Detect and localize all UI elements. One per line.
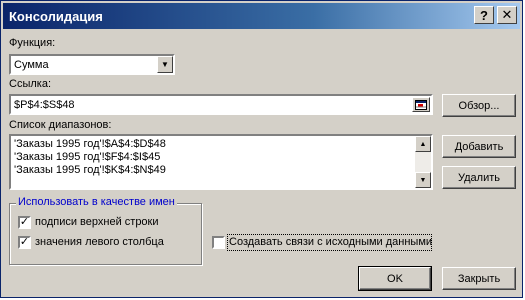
ranges-list[interactable]: 'Заказы 1995 год'!$A$4:$D$48 'Заказы 199… bbox=[9, 134, 433, 190]
dialog-title: Консолидация bbox=[9, 8, 103, 24]
create-links-checkbox[interactable] bbox=[212, 236, 225, 249]
reference-value: $P$4:$S$48 bbox=[14, 99, 75, 111]
function-value: Сумма bbox=[14, 59, 49, 71]
list-item[interactable]: 'Заказы 1995 год'!$A$4:$D$48 bbox=[14, 138, 166, 150]
close-icon: ✕ bbox=[501, 7, 513, 22]
close-button-label: Закрыть bbox=[457, 272, 501, 285]
chevron-down-icon: ▼ bbox=[161, 60, 169, 69]
browse-button-label: Обзор... bbox=[458, 99, 500, 112]
chevron-down-icon: ▼ bbox=[419, 176, 427, 184]
create-links-label[interactable]: Создавать связи с исходными данными bbox=[229, 236, 432, 248]
chevron-up-icon: ▲ bbox=[419, 140, 427, 148]
scroll-down-button[interactable]: ▼ bbox=[415, 172, 431, 188]
checkmark-icon: ✓ bbox=[19, 236, 30, 248]
dropdown-button[interactable]: ▼ bbox=[157, 56, 173, 73]
function-select[interactable]: Сумма ▼ bbox=[9, 54, 175, 75]
range-picker-button[interactable] bbox=[412, 97, 430, 112]
close-window-button[interactable]: ✕ bbox=[497, 6, 517, 24]
title-bar[interactable]: Консолидация ? ✕ bbox=[3, 3, 520, 29]
list-scrollbar[interactable]: ▲ ▼ bbox=[415, 136, 431, 188]
range-select-icon bbox=[415, 99, 427, 110]
checkmark-icon: ✓ bbox=[19, 216, 30, 228]
add-button-label: Добавить bbox=[454, 140, 504, 153]
ok-button-label: OK bbox=[387, 272, 403, 285]
reference-label: Ссылка: bbox=[9, 78, 51, 90]
browse-button[interactable]: Обзор... bbox=[442, 94, 516, 117]
use-labels-group: Использовать в качестве имен bbox=[9, 196, 202, 265]
reference-input[interactable]: $P$4:$S$48 bbox=[9, 94, 433, 115]
help-button[interactable]: ? bbox=[474, 6, 494, 24]
top-row-checkbox[interactable]: ✓ bbox=[18, 216, 31, 229]
left-column-checkbox[interactable]: ✓ bbox=[18, 236, 31, 249]
add-button[interactable]: Добавить bbox=[442, 135, 516, 158]
help-icon: ? bbox=[480, 7, 488, 23]
function-label: Функция: bbox=[9, 37, 56, 49]
delete-button-label: Удалить bbox=[458, 171, 500, 184]
left-column-label: значения левого столбца bbox=[35, 236, 164, 248]
group-legend: Использовать в качестве имен bbox=[16, 196, 177, 208]
list-item[interactable]: 'Заказы 1995 год'!$K$4:$N$49 bbox=[14, 164, 166, 176]
list-item[interactable]: 'Заказы 1995 год'!$F$4:$I$45 bbox=[14, 151, 160, 163]
ok-button[interactable]: OK bbox=[358, 266, 432, 291]
close-button[interactable]: Закрыть bbox=[442, 267, 516, 290]
scroll-up-button[interactable]: ▲ bbox=[415, 136, 431, 152]
top-row-label: подписи верхней строки bbox=[35, 216, 159, 228]
consolidate-dialog: Консолидация ? ✕ Функция: Сумма ▼ Ссылка… bbox=[0, 0, 523, 298]
delete-button[interactable]: Удалить bbox=[442, 166, 516, 189]
ranges-label: Список диапазонов: bbox=[9, 119, 112, 131]
